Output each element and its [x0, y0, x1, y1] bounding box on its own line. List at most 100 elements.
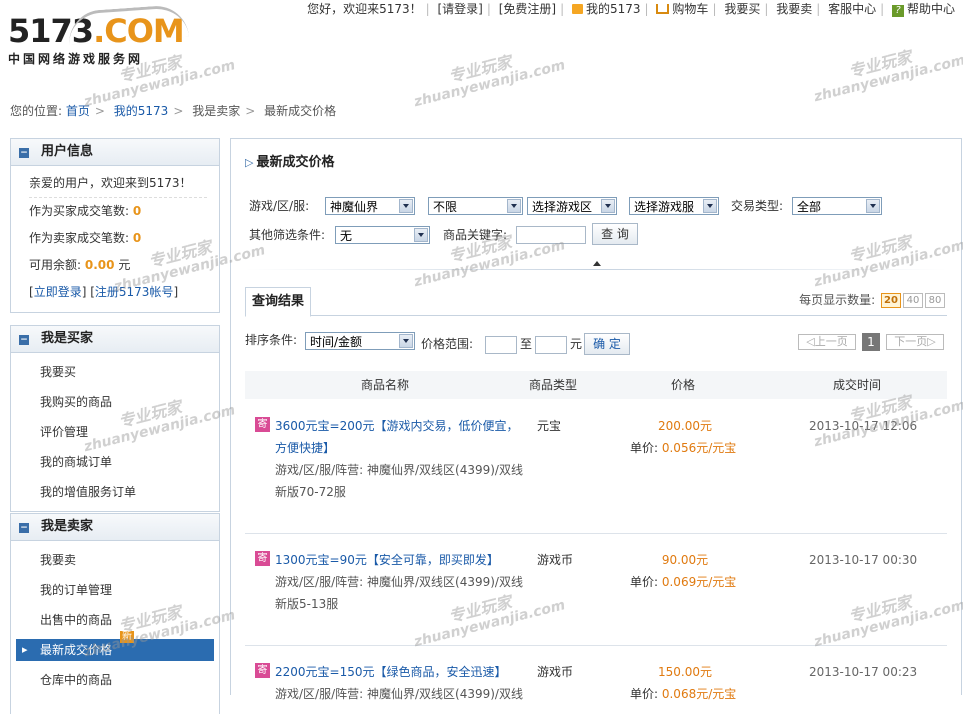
buy-link[interactable]: 我要买 [724, 2, 760, 16]
server-select[interactable]: 选择游戏服 [629, 197, 719, 215]
query-button[interactable]: 查 询 [592, 223, 638, 245]
area-select[interactable]: 不限 [428, 197, 523, 215]
chevron-right-icon: > [94, 104, 105, 118]
other-filter-label: 其他筛选条件: [249, 228, 326, 242]
sidebar-item-buy[interactable]: 我要买 [11, 357, 219, 387]
register-link[interactable]: [免费注册] [499, 2, 556, 16]
keyword-input[interactable] [516, 226, 586, 244]
sidebar-item-on-sale[interactable]: 出售中的商品 [11, 605, 219, 635]
server-info: 新版70-72服 [275, 485, 346, 499]
consign-tag: 寄 [255, 551, 270, 566]
unit-price: 单价: 0.056元/元宝 [630, 441, 737, 455]
confirm-button[interactable]: 确 定 [584, 333, 630, 355]
per-page-selector: 每页显示数量: 20 40 80 [799, 291, 945, 308]
sidebar-item-latest-prices[interactable]: 最新成交价格新 [16, 631, 214, 661]
top-nav-bar: 您好，欢迎来5173！ | [请登录] | [免费注册] | 我的5173 | 购物车 |… [307, 2, 955, 17]
login-link[interactable]: [请登录] [438, 2, 483, 16]
welcome-text: 亲爱的用户，欢迎来到5173！ [29, 170, 207, 198]
game-label: 游戏/区/服: [249, 199, 310, 213]
trade-type-select[interactable]: 全部 [792, 197, 882, 215]
unit-price: 单价: 0.068元/元宝 [630, 687, 737, 701]
help-link[interactable]: ? 帮助中心 [891, 2, 955, 17]
dropdown-arrow-icon [866, 199, 880, 213]
other-filter-select[interactable]: 无 [335, 226, 430, 244]
dropdown-arrow-icon [601, 199, 615, 213]
seller-header[interactable]: − 我是卖家 [11, 514, 219, 541]
col-time: 成交时间 [833, 378, 882, 392]
server-info: 游戏/区/服/阵营: 神魔仙界/双线区(4399)/双线 [275, 575, 523, 589]
my5173-link[interactable]: 我的5173 [572, 2, 641, 16]
prev-page-button[interactable]: ◁上一页 [798, 334, 856, 350]
balance-row: 可用余额: 0.00 元 [29, 258, 131, 272]
item-type: 游戏币 [537, 553, 574, 567]
breadcrumb-home[interactable]: 首页 [66, 104, 90, 118]
trade-type-label: 交易类型: [731, 199, 784, 213]
item-title-link[interactable]: 1300元宝=90元【安全可靠，即买即发】 [275, 549, 525, 571]
item-type: 游戏币 [537, 665, 574, 679]
collapse-icon[interactable]: − [19, 148, 29, 158]
sidebar-item-warehouse[interactable]: 仓库中的商品 [11, 665, 219, 695]
main-content: ▷ 最新成交价格 游戏/区/服: 神魔仙界 不限 选择游戏区 选择游戏服 交易类型… [230, 138, 962, 701]
sort-label: 排序条件: [245, 333, 298, 347]
service-link[interactable]: 客服中心 [828, 2, 876, 16]
register-account-link[interactable]: 注册5173帐号 [95, 285, 174, 299]
sidebar: − 用户信息 亲爱的用户，欢迎来到5173！ 作为买家成交笔数: 0 作为卖家成交… [10, 138, 220, 714]
next-page-button[interactable]: 下一页▷ [886, 334, 944, 350]
sidebar-item-mall-orders[interactable]: 我的商城订单 [11, 447, 219, 477]
buyer-header[interactable]: − 我是买家 [11, 326, 219, 353]
keyword-label: 商品关键字: [443, 228, 508, 242]
sort-select[interactable]: 时间/金额 [305, 332, 415, 350]
chevron-right-icon: ▷ [927, 335, 936, 348]
game-select[interactable]: 神魔仙界 [325, 197, 415, 215]
site-logo[interactable]: 5173.COM 中国网络游戏服务网 [8, 3, 193, 84]
trade-time: 2013-10-17 12:06 [809, 419, 918, 433]
seller-count-row: 作为卖家成交笔数: 0 [29, 231, 142, 245]
sell-link[interactable]: 我要卖 [776, 2, 812, 16]
current-page[interactable]: 1 [862, 333, 880, 351]
table-row: 寄 1300元宝=90元【安全可靠，即买即发】 游戏/区/服/阵营: 神魔仙界/… [245, 549, 947, 646]
item-title-link[interactable]: 3600元宝=200元【游戏内交易，低价便宜，方便快捷】 [275, 415, 525, 459]
server-info: 游戏/区/服/阵营: 神魔仙界/双线区(4399)/双线 [275, 463, 523, 477]
per-page-80[interactable]: 80 [925, 293, 945, 308]
item-type: 元宝 [537, 419, 562, 433]
trade-time: 2013-10-17 00:30 [809, 553, 918, 567]
login-now-link[interactable]: 立即登录 [34, 285, 82, 299]
breadcrumb-seller: 我是卖家 [192, 104, 241, 118]
collapse-icon[interactable]: − [19, 335, 29, 345]
item-title-link[interactable]: 2200元宝=150元【绿色商品，安全迅速】 [275, 661, 525, 683]
sidebar-item-reviews[interactable]: 评价管理 [11, 417, 219, 447]
table-row: 寄 2200元宝=150元【绿色商品，安全迅速】 游戏/区/服/阵营: 神魔仙界… [245, 661, 947, 701]
zone-select[interactable]: 选择游戏区 [527, 197, 617, 215]
price-min-input[interactable] [485, 336, 517, 354]
dropdown-arrow-icon [399, 334, 413, 348]
trade-time: 2013-10-17 00:23 [809, 665, 918, 679]
sidebar-item-vas-orders[interactable]: 我的增值服务订单 [11, 477, 219, 507]
triangle-right-icon: ▷ [245, 156, 254, 169]
item-price: 90.00元 [661, 553, 709, 567]
breadcrumb-current: 最新成交价格 [264, 104, 337, 118]
sidebar-item-purchased[interactable]: 我购买的商品 [11, 387, 219, 417]
chevron-right-icon: > [245, 104, 256, 118]
per-page-20[interactable]: 20 [881, 293, 901, 308]
sidebar-item-sell[interactable]: 我要卖 [11, 545, 219, 575]
table-header: 商品名称 商品类型 价格 成交时间 [245, 371, 947, 399]
tab-results[interactable]: 查询结果 [245, 287, 312, 317]
page-title: ▷ 最新成交价格 [245, 155, 335, 170]
unit-price: 单价: 0.069元/元宝 [630, 575, 737, 589]
price-max-input[interactable] [535, 336, 567, 354]
account-links: [立即登录] [注册5173帐号] [29, 285, 179, 299]
per-page-40[interactable]: 40 [903, 293, 923, 308]
chevron-right-icon: > [173, 104, 184, 118]
user-info-header[interactable]: − 用户信息 [11, 139, 219, 166]
collapse-arrow-icon[interactable] [593, 261, 601, 266]
consign-tag: 寄 [255, 417, 270, 432]
user-info-panel: − 用户信息 亲爱的用户，欢迎来到5173！ 作为买家成交笔数: 0 作为卖家成交… [10, 138, 220, 313]
sidebar-item-order-manage[interactable]: 我的订单管理 [11, 575, 219, 605]
server-info: 新版5-13服 [275, 597, 339, 611]
watermark: 专业玩家 zhuanyewanjia.com [412, 52, 567, 111]
breadcrumb: 您的位置: 首页 > 我的5173 > 我是卖家 > 最新成交价格 [10, 104, 337, 118]
col-name: 商品名称 [361, 378, 410, 392]
cart-link[interactable]: 购物车 [656, 2, 708, 16]
collapse-icon[interactable]: − [19, 523, 29, 533]
breadcrumb-my5173[interactable]: 我的5173 [114, 104, 169, 118]
